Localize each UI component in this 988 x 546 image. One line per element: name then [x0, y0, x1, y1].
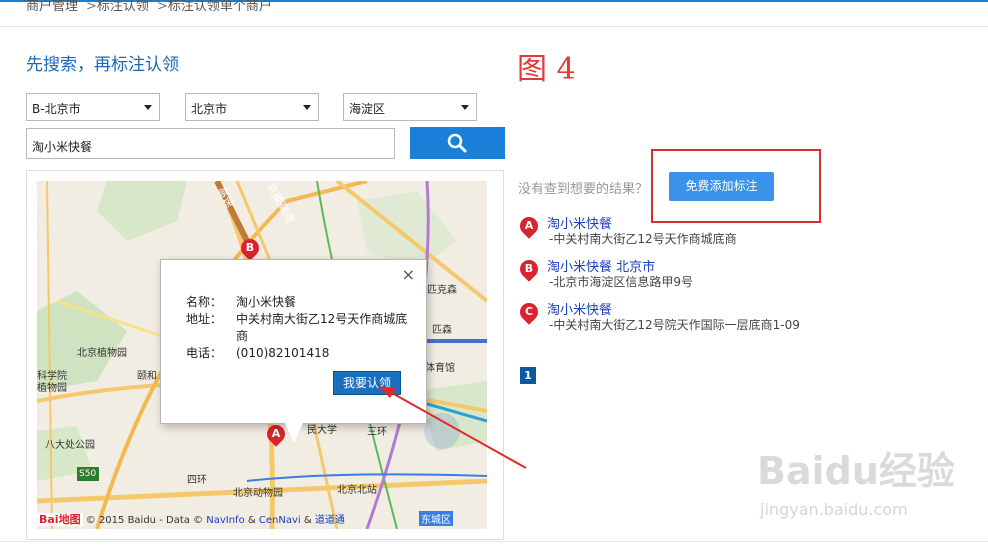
- popup-phone-label: 电话：: [186, 346, 223, 360]
- map-label-tiyuguan: 体育馆: [425, 363, 455, 374]
- popup-name-row: 名称： 淘小米快餐: [186, 293, 296, 310]
- popup-address-row: 地址： 中关村南大街乙12号天作商城底: [186, 310, 407, 327]
- section-title: 先搜索，再标注认领: [26, 55, 179, 75]
- map-pin-b-label: B: [245, 241, 255, 254]
- map-pin-a-label: A: [271, 427, 281, 440]
- navinfo-link[interactable]: NavInfo: [206, 515, 244, 526]
- map-label-xisen: 匹森: [432, 325, 452, 336]
- city-select[interactable]: 北京市: [185, 93, 319, 121]
- popup-phone-row: 电话： (010)82101418: [186, 344, 329, 361]
- result-address: -中关村南大街乙12号院天作国际一层底商1-09: [549, 318, 800, 332]
- header-divider: [0, 26, 988, 27]
- popup-phone-value: (010)82101418: [236, 346, 330, 360]
- search-button[interactable]: [410, 127, 505, 159]
- search-icon: [447, 133, 467, 153]
- breadcrumb-current: 标注认领单个商户: [167, 0, 272, 14]
- map-label-sihuan: 四环: [187, 475, 207, 486]
- popup-name-value: 淘小米快餐: [236, 295, 297, 309]
- popup-name-label: 名称：: [186, 295, 223, 309]
- map-info-popup: × 名称： 淘小米快餐 地址： 中关村南大街乙12号天作商城底 商 电话： (010)…: [160, 259, 427, 424]
- footer-amp: &: [303, 515, 312, 526]
- map-label-beijing-north: 北京北站: [337, 485, 377, 496]
- watermark-logo: Baidu经验: [757, 449, 955, 493]
- map-copyright-text: © 2015 Baidu - Data ©: [85, 515, 204, 526]
- cennavi-link[interactable]: CenNavi: [259, 515, 301, 526]
- result-letter: A: [524, 219, 534, 232]
- pagination-page[interactable]: 1: [520, 367, 536, 384]
- province-select[interactable]: B-北京市: [26, 93, 160, 121]
- breadcrumb-merchant-management[interactable]: 商户管理: [26, 0, 78, 14]
- breadcrumb-separator: >: [86, 0, 97, 14]
- claim-button[interactable]: 我要认领: [333, 371, 401, 395]
- search-input[interactable]: 淘小米快餐: [26, 128, 395, 159]
- result-address: -北京市海淀区信息路甲9号: [549, 275, 693, 289]
- chevron-down-icon: [461, 105, 469, 110]
- map-label-yihe: 颐和: [137, 371, 157, 382]
- no-result-text: 没有查到想要的结果？: [518, 182, 649, 197]
- popup-address-cont: 商: [236, 329, 249, 343]
- map-label-sanhuan: 三环: [367, 427, 387, 438]
- map-copyright-bar: Bai地图 © 2015 Baidu - Data © NavInfo & Ce…: [37, 511, 487, 529]
- popup-address-label: 地址：: [186, 312, 223, 326]
- result-letter: B: [524, 262, 534, 275]
- watermark-url: jingyan.baidu.com: [760, 500, 908, 519]
- map-label-zoo: 北京动物园: [233, 488, 283, 499]
- breadcrumb-claim[interactable]: 标注认领: [97, 0, 149, 14]
- chevron-down-icon: [144, 105, 152, 110]
- breadcrumb-separator: >: [156, 0, 168, 14]
- result-letter: C: [524, 305, 534, 318]
- baidu-map-logo[interactable]: Bai地图: [37, 513, 83, 526]
- close-icon[interactable]: ×: [402, 265, 415, 284]
- province-value: B-北京市: [32, 102, 81, 116]
- district-select[interactable]: 海淀区: [343, 93, 477, 121]
- map-label-s50: S50: [79, 469, 97, 479]
- figure-label: 图 4: [517, 52, 576, 87]
- map-label-xikesen: 匹克森: [427, 285, 457, 296]
- breadcrumb: 商户管理 >标注认领 >标注认领单个商户: [26, 0, 272, 14]
- search-input-value: 淘小米快餐: [32, 140, 93, 154]
- popup-pointer: [284, 421, 304, 443]
- map-label-botanical-garden: 北京植物园: [77, 348, 127, 359]
- bottom-divider: [0, 541, 988, 542]
- district-value: 海淀区: [349, 102, 386, 116]
- map-pin-b[interactable]: B: [237, 235, 263, 261]
- chevron-down-icon: [303, 105, 311, 110]
- map-pin-a[interactable]: A: [263, 421, 289, 447]
- map-label-badachu: 八大处公园: [45, 440, 95, 451]
- daotong-link[interactable]: 道道通: [315, 515, 345, 526]
- city-value: 北京市: [191, 102, 228, 116]
- map-label-plant: 植物园: [37, 383, 67, 394]
- annotation-highlight-box: [651, 149, 821, 223]
- footer-amp: &: [247, 515, 256, 526]
- result-address: -中关村南大街乙12号天作商城底商: [549, 232, 737, 246]
- popup-address-value: 中关村南大街乙12号天作商城底: [236, 312, 408, 326]
